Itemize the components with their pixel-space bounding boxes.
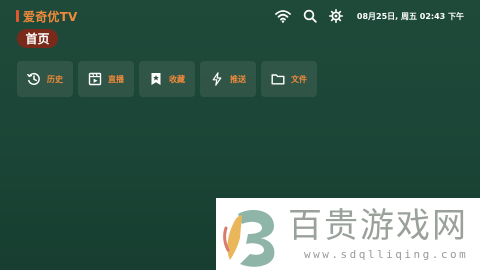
tile-live-label: 直播 bbox=[108, 74, 124, 84]
app-title: 爱奇优TV bbox=[23, 9, 78, 24]
tile-push-label: 推送 bbox=[230, 74, 246, 84]
tile-favorites[interactable]: 收藏 bbox=[139, 61, 195, 97]
quick-access-tiles: 历史 直播 收藏 推送 文件 bbox=[17, 61, 317, 97]
tile-history-label: 历史 bbox=[47, 74, 63, 84]
bookmark-star-icon bbox=[149, 72, 163, 86]
watermark-site-name: 百贵游戏网 bbox=[288, 206, 468, 246]
tile-favorites-label: 收藏 bbox=[169, 74, 185, 84]
tile-files-label: 文件 bbox=[291, 74, 307, 84]
search-icon[interactable] bbox=[303, 9, 317, 23]
tab-home[interactable]: 首页 bbox=[17, 29, 58, 48]
clock-text: 08月25日, 周五 02:43 下午 bbox=[356, 11, 464, 21]
watermark-url: www.sdqlliqing.com bbox=[304, 248, 469, 261]
watermark-logo bbox=[216, 198, 288, 270]
folder-icon bbox=[271, 72, 285, 86]
brand-accent-bar bbox=[16, 10, 19, 22]
gear-icon[interactable] bbox=[328, 9, 343, 23]
lightning-icon bbox=[210, 72, 224, 86]
top-bar: 爱奇优TV 08月25日, 周五 02:43 下午 bbox=[0, 0, 480, 30]
live-tv-icon bbox=[88, 72, 102, 86]
brand: 爱奇优TV bbox=[16, 8, 77, 24]
status-area: 08月25日, 周五 02:43 下午 bbox=[274, 8, 464, 24]
tile-live[interactable]: 直播 bbox=[78, 61, 134, 97]
tile-files[interactable]: 文件 bbox=[261, 61, 317, 97]
clock-history-icon bbox=[27, 72, 41, 86]
tile-history[interactable]: 历史 bbox=[17, 61, 73, 97]
watermark-banner: 百贵游戏网 www.sdqlliqing.com bbox=[216, 198, 480, 270]
tile-push[interactable]: 推送 bbox=[200, 61, 256, 97]
wifi-icon[interactable] bbox=[274, 9, 291, 23]
